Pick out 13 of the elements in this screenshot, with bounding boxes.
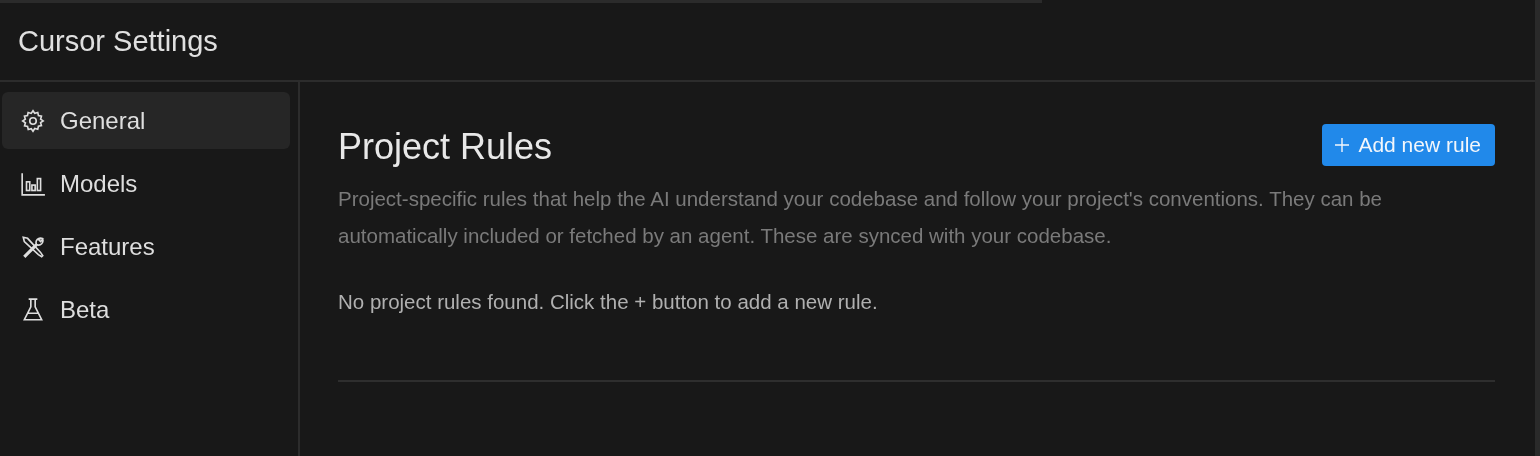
sidebar-item[interactable]: Models	[2, 155, 290, 212]
window-title: Cursor Settings	[18, 25, 218, 58]
section-description: Project-specific rules that help the AI understand your codebase and follow your project's conventions. They can be automatically included or fetched by an agent. These are synced with your codebase.	[338, 186, 1383, 249]
bar-chart-icon	[20, 170, 46, 197]
empty-message: No project rules found. Click the + button to add a new rule.	[338, 290, 879, 314]
plus-icon	[1334, 137, 1351, 153]
sidebar-item[interactable]: Beta	[2, 281, 290, 338]
tools-icon	[20, 233, 46, 260]
sidebar-item[interactable]: Features	[2, 218, 290, 275]
sidebar-item[interactable]: General	[2, 92, 290, 149]
flask-icon	[20, 296, 46, 323]
section-title: Project Rules	[338, 126, 553, 168]
gear-icon	[20, 107, 46, 134]
